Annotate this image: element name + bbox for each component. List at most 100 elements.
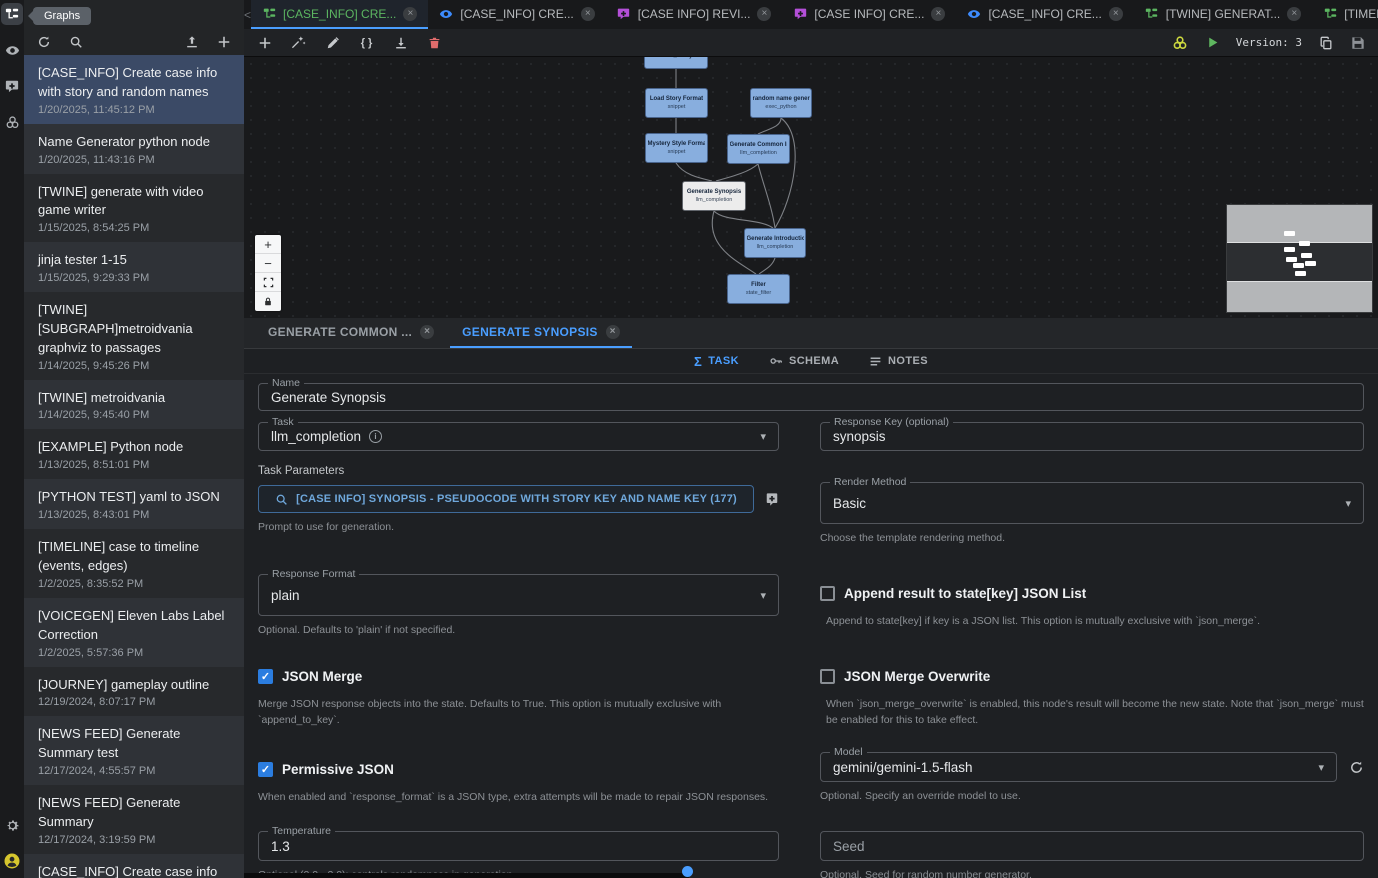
horizontal-scrollbar[interactable] — [244, 873, 689, 878]
upload-icon[interactable] — [184, 34, 200, 50]
graph-node[interactable]: Generate Introductionllm_completion — [744, 228, 806, 258]
graph-list-item[interactable]: [TIMELINE] case to timeline (events, edg… — [24, 529, 244, 598]
graph-node[interactable]: Load Story Formatsnippet — [645, 88, 708, 118]
add-node-icon[interactable] — [256, 34, 273, 51]
graph-node[interactable]: Generate Synopsisllm_completion — [682, 181, 746, 211]
tabs-scroll-left-icon[interactable]: < — [244, 0, 251, 29]
refresh-models-icon[interactable] — [1349, 760, 1364, 775]
auto-layout-wand-icon[interactable] — [290, 34, 307, 51]
minimap-node — [1305, 261, 1316, 266]
copy-icon[interactable] — [1317, 34, 1334, 51]
response-format-select[interactable]: Response Format plain ▾ — [258, 574, 779, 616]
graphs-nav-icon[interactable] — [1, 3, 23, 25]
graph-list-item[interactable]: [EXAMPLE] Python node1/13/2025, 8:51:01 … — [24, 429, 244, 479]
node-tab[interactable]: GENERATE SYNOPSIS× — [450, 318, 632, 348]
graph-item-timestamp: 1/13/2025, 8:43:01 PM — [38, 509, 230, 521]
close-icon[interactable]: × — [581, 7, 595, 21]
edit-pencil-icon[interactable] — [324, 34, 341, 51]
run-play-icon[interactable] — [1204, 34, 1221, 51]
node-task-type: state_filter — [746, 290, 771, 298]
node-tab[interactable]: GENERATE COMMON ... × — [256, 318, 446, 348]
graph-item-timestamp: 1/13/2025, 8:51:01 PM — [38, 459, 230, 471]
graph-list-item[interactable]: [TWINE] generate with video game writer1… — [24, 174, 244, 243]
name-field[interactable]: Name Generate Synopsis — [258, 383, 1364, 411]
close-icon[interactable]: × — [420, 325, 434, 339]
response-key-field[interactable]: Response Key (optional) synopsis — [820, 422, 1364, 451]
json-merge-checkbox[interactable]: ✓ JSON Merge — [258, 669, 779, 684]
scrollbar-thumb[interactable] — [682, 866, 693, 877]
graph-node[interactable]: Filterstate_filter — [727, 274, 790, 304]
graph-list-item[interactable]: [JOURNEY] gameplay outline12/19/2024, 8:… — [24, 667, 244, 717]
graph-list-item[interactable]: [CASE_INFO] Create case info with story … — [24, 55, 244, 124]
tab-task[interactable]: Σ TASK — [694, 354, 739, 369]
comment-plus-nav-icon[interactable] — [1, 75, 23, 97]
fit-view-icon[interactable] — [255, 273, 281, 292]
save-icon[interactable] — [1349, 34, 1366, 51]
graph-list-item[interactable]: [CASE_INFO] Create case info with story … — [24, 854, 244, 878]
close-icon[interactable]: × — [757, 7, 771, 21]
account-avatar-icon[interactable] — [1, 850, 23, 872]
json-braces-icon[interactable]: { } — [358, 34, 375, 51]
graph-list-item[interactable]: [TWINE][SUBGRAPH]metroidvania graphviz t… — [24, 292, 244, 380]
node-title: Generate Synopsis — [687, 188, 741, 197]
graph-item-timestamp: 12/19/2024, 8:07:17 PM — [38, 696, 230, 708]
graphviz-icon[interactable] — [1172, 34, 1189, 51]
graph-list-item[interactable]: jinja tester 1-151/15/2025, 9:29:33 PM — [24, 242, 244, 292]
refresh-icon[interactable] — [36, 34, 52, 50]
graph-list-item[interactable]: Name Generator python node1/20/2025, 11:… — [24, 124, 244, 174]
zoom-out-icon[interactable]: − — [255, 254, 281, 273]
editor-tab[interactable]: [TIMELINE — [1312, 0, 1378, 29]
zoom-in-icon[interactable]: + — [255, 235, 281, 254]
editor-tab[interactable]: [CASE_INFO] CRE...× — [956, 0, 1133, 29]
permissive-json-checkbox[interactable]: ✓ Permissive JSON — [258, 762, 779, 777]
task-parameters-label: Task Parameters — [258, 465, 1364, 477]
graph-list-item[interactable]: [VOICEGEN] Eleven Labs Label Correction1… — [24, 598, 244, 667]
knot-nav-icon[interactable] — [1, 111, 23, 133]
editor-tab[interactable]: [TWINE] GENERAT...× — [1134, 0, 1312, 29]
delete-trash-icon[interactable] — [426, 34, 443, 51]
close-icon[interactable]: × — [1287, 7, 1301, 21]
graph-canvas[interactable]: state_rekey Load Story Formatsnippet rando… — [244, 57, 1378, 318]
prompt-select-button[interactable]: [CASE INFO] SYNOPSIS - PSEUDOCODE WITH S… — [258, 485, 754, 513]
download-icon[interactable] — [392, 34, 409, 51]
search-icon[interactable] — [68, 34, 84, 50]
task-select[interactable]: Task llm_completion i ▾ — [258, 422, 779, 451]
settings-gear-icon[interactable] — [1, 814, 23, 836]
add-graph-icon[interactable] — [216, 34, 232, 50]
graph-list-item[interactable]: [NEWS FEED] Generate Summary test12/17/2… — [24, 716, 244, 785]
minimap[interactable] — [1227, 205, 1372, 312]
graph-node[interactable]: Mystery Style Format...snippet — [645, 133, 708, 163]
editor-tab[interactable]: [CASE INFO] CRE...× — [782, 0, 956, 29]
close-icon[interactable]: × — [403, 7, 417, 21]
minimap-viewport — [1227, 242, 1372, 282]
graph-node[interactable]: random name genera...exec_python — [750, 88, 812, 118]
close-icon[interactable]: × — [931, 7, 945, 21]
graph-node[interactable]: state_rekey — [644, 57, 708, 69]
json-merge-overwrite-checkbox[interactable]: JSON Merge Overwrite — [820, 669, 1364, 684]
editor-tab[interactable]: [CASE INFO] REVI...× — [606, 0, 783, 29]
editor-tab[interactable]: [CASE_INFO] CRE...× — [251, 0, 428, 29]
graph-list-item[interactable]: [PYTHON TEST] yaml to JSON1/13/2025, 8:4… — [24, 479, 244, 529]
task-form: Name Generate Synopsis Task llm_completi… — [244, 374, 1378, 878]
temperature-field[interactable]: Temperature 1.3 — [258, 831, 779, 861]
graph-node[interactable]: Generate Common Infollm_completion — [727, 134, 790, 164]
seed-field[interactable]: Seed — [820, 831, 1364, 861]
node-tab-label: GENERATE COMMON ... — [268, 325, 412, 339]
editor-tab[interactable]: [CASE_INFO] CRE...× — [428, 0, 605, 29]
close-icon[interactable]: × — [1109, 7, 1123, 21]
render-method-select[interactable]: Render Method Basic ▾ — [820, 482, 1364, 524]
graph-icon — [262, 7, 276, 21]
lock-icon[interactable] — [255, 292, 281, 311]
close-icon[interactable]: × — [606, 325, 620, 339]
graph-list-item[interactable]: [TWINE] metroidvania1/14/2025, 9:45:40 P… — [24, 380, 244, 430]
eye-nav-icon[interactable] — [1, 39, 23, 61]
tab-notes[interactable]: NOTES — [869, 355, 928, 368]
model-select[interactable]: Model gemini/gemini-1.5-flash ▾ — [820, 752, 1337, 782]
prompt-library-icon[interactable] — [765, 492, 779, 506]
graph-item-title: [VOICEGEN] Eleven Labs Label Correction — [38, 607, 230, 645]
info-icon[interactable]: i — [369, 430, 382, 443]
append-result-checkbox[interactable]: Append result to state[key] JSON List — [820, 586, 1364, 601]
graph-list-item[interactable]: [NEWS FEED] Generate Summary12/17/2024, … — [24, 785, 244, 854]
graph-toolbar: { } Version: 3 — [244, 29, 1378, 57]
tab-schema[interactable]: SCHEMA — [769, 354, 839, 368]
